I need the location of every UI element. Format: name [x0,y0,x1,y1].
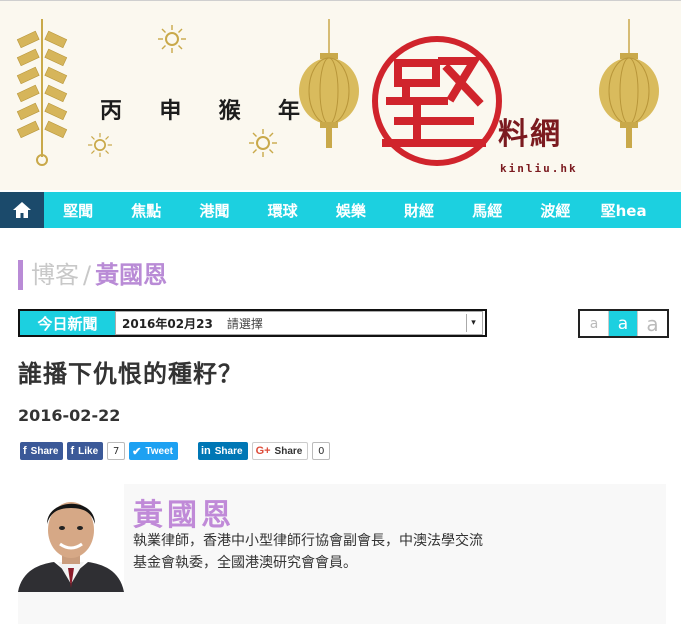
font-size-switcher: a a a [578,309,669,338]
today-news-button[interactable]: 今日新聞 [20,311,115,335]
google-plus-icon: G+ [255,445,271,457]
new-year-greeting: 丙 申 猴 年 [100,93,300,125]
google-plus-count: 0 [312,442,331,460]
font-size-medium[interactable]: a [609,311,638,336]
nav-item-kin-hea[interactable]: 堅hea [590,200,658,221]
nav-item-football[interactable]: 波經 [521,200,589,221]
font-size-small[interactable]: a [580,311,609,336]
home-button[interactable] [0,192,44,228]
tweet-label: Tweet [145,445,173,457]
date-bar: 今日新聞 2016年02月23 請選擇 ▾ [18,309,487,337]
nav-item-hk-news[interactable]: 港聞 [180,200,248,221]
nav-item-entertainment[interactable]: 娛樂 [317,200,385,221]
kinliu-logo[interactable] [370,21,600,181]
breadcrumb: 博客 / 黃國恩 [18,260,167,290]
author-photo [18,484,124,592]
facebook-like-button[interactable]: f Like [67,442,104,460]
author-card: 黃國恩 執業律師，香港中小型律師行協會副會長，中澳法學交流 基金會執委，全國港澳… [18,484,666,624]
breadcrumb-section[interactable]: 博客 [31,261,79,289]
greeting-char: 猴 [218,98,241,124]
facebook-icon: f [70,445,75,457]
linkedin-share-button[interactable]: in Share [197,442,248,460]
facebook-icon: f [23,445,27,457]
author-bio-line: 執業律師，香港中小型律師行協會副會長，中澳法學交流 [133,533,483,549]
author-bio-line: 基金會執委，全國港澳研究會會員。 [133,555,357,571]
logo-url: kinliu.hk [500,162,578,175]
author-name[interactable]: 黃國恩 [133,490,235,534]
nav-item-kin-news[interactable]: 堅聞 [44,200,112,221]
facebook-like-label: Like [78,445,99,457]
selected-date: 2016年02月23 [122,316,213,331]
linkedin-icon: in [200,445,211,457]
author-bio: 執業律師，香港中小型律師行協會副會長，中澳法學交流 基金會執委，全國港澳研究會會… [133,530,553,574]
home-icon [13,202,31,218]
firecracker-icon [16,19,68,166]
like-count: 7 [107,442,126,460]
linkedin-share-label: Share [214,445,243,457]
nav-item-world[interactable]: 環球 [249,200,317,221]
facebook-share-label: Share [30,445,59,457]
nav-item-horse-racing[interactable]: 馬經 [453,200,521,221]
google-plus-share-button[interactable]: G+ Share [251,442,309,460]
tweet-button[interactable]: ✔ Tweet [129,442,178,460]
firework-icon [249,129,277,157]
nav-item-finance[interactable]: 財經 [385,200,453,221]
date-select-placeholder: 請選擇 [226,316,263,331]
article-date: 2016-02-22 [18,406,121,425]
header-banner: 丙 申 猴 年 料網 kinliu.hk [0,0,681,190]
font-size-large[interactable]: a [638,311,667,336]
greeting-char: 申 [159,98,182,124]
article-headline: 誰播下仇恨的種籽？ [18,360,243,388]
greeting-char: 年 [277,98,300,124]
lantern-icon [299,19,359,148]
firework-icon [88,133,112,157]
main-nav: 堅聞 焦點 港聞 環球 娛樂 財經 馬經 波經 堅hea [0,192,681,228]
chevron-down-icon[interactable]: ▾ [466,314,480,332]
lantern-icon [599,19,659,148]
twitter-icon: ✔ [132,445,142,458]
nav-item-focus[interactable]: 焦點 [112,200,180,221]
google-plus-share-label: Share [274,445,303,457]
greeting-char: 丙 [100,98,123,124]
author-avatar[interactable] [18,484,124,592]
breadcrumb-separator: / [83,261,92,289]
breadcrumb-author[interactable]: 黃國恩 [95,261,167,289]
date-select[interactable]: 2016年02月23 請選擇 ▾ [115,311,483,335]
firework-icon [158,25,186,53]
share-bar: f Share f Like 7 ✔ Tweet in Share G+ Sha… [20,442,352,460]
logo-text: 料網 [498,117,562,152]
facebook-share-button[interactable]: f Share [20,442,64,460]
